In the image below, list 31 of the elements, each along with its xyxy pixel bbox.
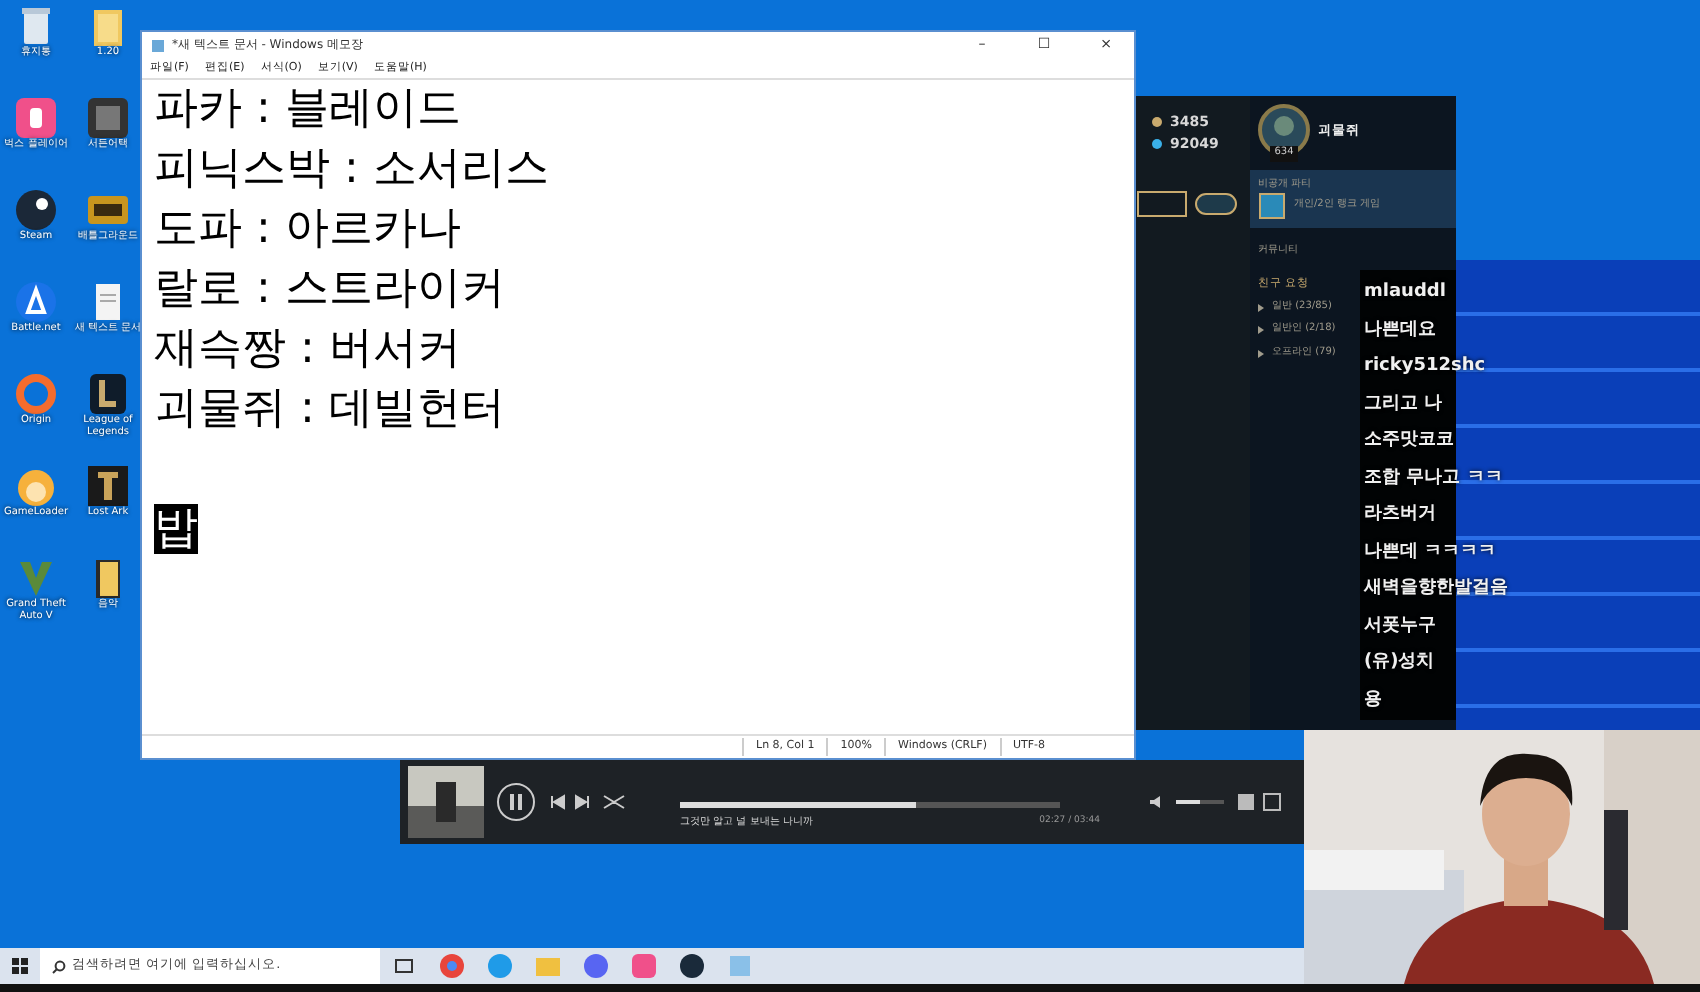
text-line: 도파 : 아르카나 [154,204,461,254]
app-icon[interactable] [86,372,130,416]
app-icon[interactable] [678,952,706,980]
text-line: 파카 : 블레이드 [154,84,461,134]
search-icon [52,959,66,973]
chat-message: 나쁜데요 [1364,317,1436,343]
speaker-icon[interactable] [1148,794,1164,810]
caret-icon [1258,303,1264,311]
chat-username: (유)성치 [1364,650,1435,676]
chat-username: mlauddl [1364,280,1446,306]
chat-message: 서폿누구 [1364,613,1436,639]
chat-app-icon[interactable] [582,952,610,980]
coin-icon [1152,116,1162,129]
avatar-icon [1258,104,1310,156]
text-line: 피닉스박 : 소서리스 [154,144,549,194]
text-line: 재슥짱 : 버서커 [154,324,461,374]
gem-icon [1152,137,1162,150]
app-icon[interactable] [14,188,58,232]
text-line: 괴물쥐 : 데빌헌터 [154,384,505,434]
notepad-icon [150,37,166,53]
queue-icon [1258,192,1286,220]
chat-message: 용 [1364,687,1382,713]
play-button[interactable] [496,782,536,822]
chat-username: 라츠버거 [1364,502,1436,528]
caret-icon [1258,349,1264,357]
caret-icon [1258,326,1264,334]
app-icon[interactable] [86,464,130,508]
chat-username: 소주맛코코 [1364,428,1454,454]
text-line: 랄로 : 스트라이커 [154,264,505,314]
browser-icon[interactable] [438,952,466,980]
chat-message: 그리고 나 [1364,391,1443,417]
